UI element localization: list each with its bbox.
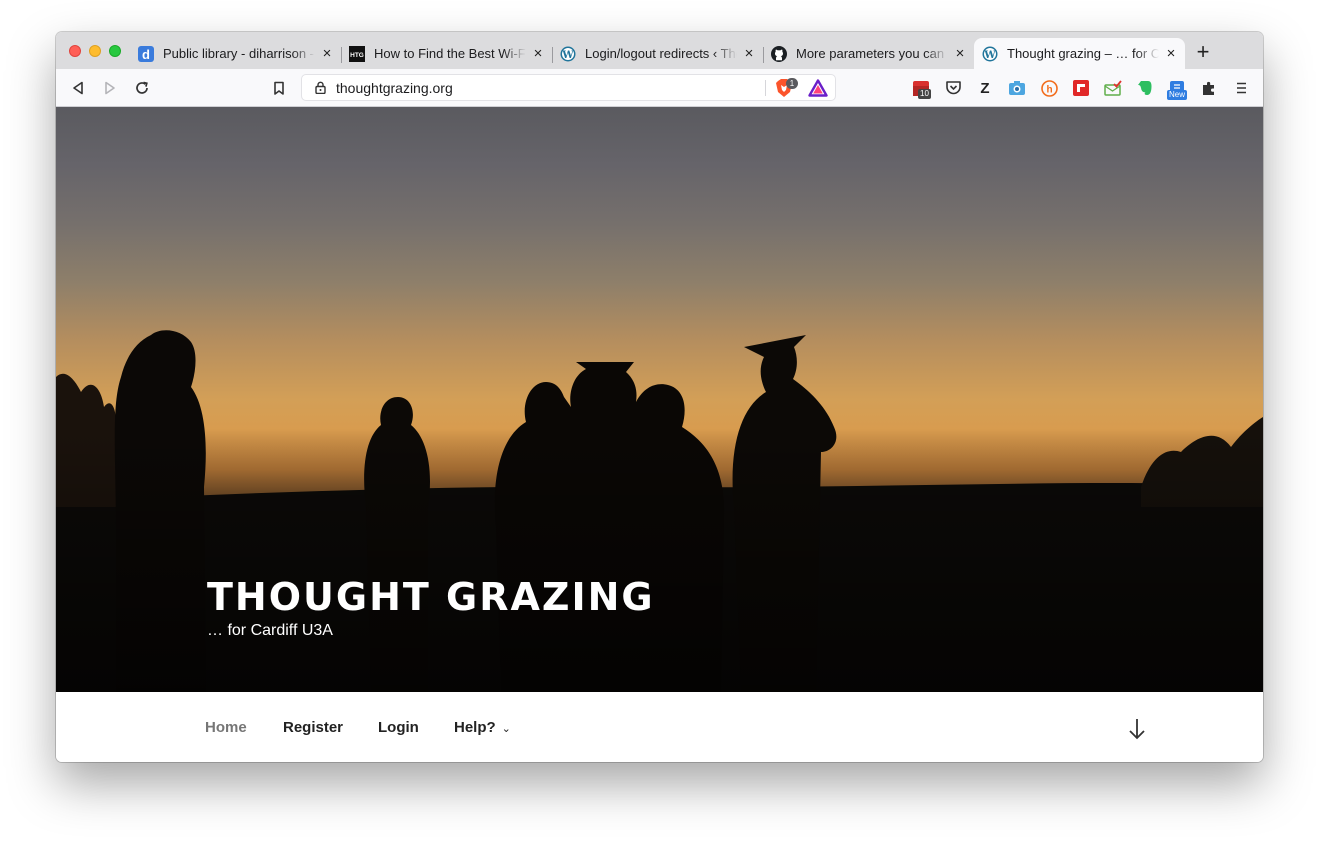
menu-button[interactable] [1232,79,1250,97]
reload-button[interactable] [132,78,152,98]
tab-title: Public library - diharrison - [163,46,314,61]
close-tab-icon[interactable]: × [741,45,757,62]
honey-icon: h [1040,79,1058,97]
url-text: thoughtgrazing.org [336,80,453,96]
new-extension[interactable]: New [1167,79,1188,100]
github-icon [771,45,787,62]
svg-text:h: h [1046,84,1052,95]
pocket-icon [945,81,961,95]
tab-title: Login/logout redirects ‹ Tho [585,46,737,61]
new-tab-button[interactable]: + [1194,41,1212,63]
nav-item-login[interactable]: Login [378,719,419,736]
flipboard-extension[interactable] [1072,79,1090,97]
svg-text:W: W [561,50,574,61]
brave-rewards-icon [808,79,828,97]
tab-public-library[interactable]: d Public library - diharrison - × [130,38,342,69]
bookmark-button[interactable] [269,78,289,98]
arrow-down-icon [1129,719,1145,740]
screenshot-extension[interactable] [1008,79,1026,97]
tab-github[interactable]: More parameters you can u × [763,38,974,69]
hero-header-image: THOUGHT GRAZING … for Cardiff U3A [56,107,1263,692]
back-icon [73,81,83,95]
url-divider [765,80,766,96]
d-icon: d [138,45,154,62]
tab-login-logout[interactable]: W Login/logout redirects ‹ Tho × [552,38,764,69]
address-bar[interactable]: thoughtgrazing.org 1 [301,74,836,101]
bookmark-icon [274,81,284,95]
close-tab-icon[interactable]: × [1163,45,1179,62]
minimize-window-button[interactable] [89,45,101,57]
reload-icon [136,81,148,94]
puzzle-icon [1203,81,1214,95]
site-navigation: Home Register Login Help? ⌄ [56,692,1263,762]
lock-icon [315,81,326,94]
new-badge: New [1167,90,1188,100]
nav-item-home[interactable]: Home [205,719,247,736]
nav-item-help-label: Help? [454,719,496,736]
browser-toolbar: thoughtgrazing.org 1 10 Z h New [56,69,1263,107]
close-window-button[interactable] [69,45,81,57]
zoom-window-button[interactable] [109,45,121,57]
close-tab-icon[interactable]: × [530,45,546,62]
shields-badge: 1 [786,78,798,89]
brave-shields-button[interactable]: 1 [775,78,798,98]
calendar-extension[interactable]: 10 [912,79,931,99]
evernote-icon [1138,81,1152,95]
nav-item-register[interactable]: Register [283,719,343,736]
honey-extension[interactable]: h [1040,79,1058,97]
evernote-extension[interactable] [1136,79,1154,97]
svg-text:HTG: HTG [350,52,364,59]
forward-button[interactable] [100,78,120,98]
calendar-badge: 10 [918,89,931,99]
wordpress-icon: W [560,46,576,62]
checker-extension[interactable] [1104,79,1122,97]
flipboard-icon [1073,80,1089,96]
tab-title: More parameters you can u [796,46,948,61]
tab-title: Thought grazing – … for Ca [1007,46,1159,61]
htg-icon: HTG [349,45,365,62]
browser-window: d Public library - diharrison - × HTG Ho… [56,32,1263,762]
camera-icon [1009,81,1025,95]
svg-text:d: d [142,47,150,62]
brave-rewards-button[interactable] [808,79,828,97]
back-button[interactable] [68,78,88,98]
wordpress-icon: W [982,46,998,62]
forward-icon [105,81,115,95]
tab-bar: d Public library - diharrison - × HTG Ho… [56,32,1263,69]
hamburger-menu-icon [1237,82,1246,94]
close-tab-icon[interactable]: × [319,45,335,62]
extensions-button[interactable] [1200,79,1218,97]
checkmark-mail-icon [1104,80,1122,96]
site-description: … for Cardiff U3A [207,622,333,639]
tab-thought-grazing[interactable]: W Thought grazing – … for Ca × [974,38,1185,69]
svg-text:W: W [983,50,996,61]
site-title[interactable]: THOUGHT GRAZING [207,575,655,619]
close-tab-icon[interactable]: × [952,45,968,62]
chevron-down-icon: ⌄ [501,723,511,735]
tab-htg[interactable]: HTG How to Find the Best Wi-Fi × [341,38,553,69]
tab-title: How to Find the Best Wi-Fi [374,46,526,61]
zotero-icon[interactable]: Z [976,79,994,97]
scroll-down-button[interactable] [1126,717,1148,741]
nav-item-help[interactable]: Help? ⌄ [454,719,511,736]
pocket-extension[interactable] [944,79,962,97]
